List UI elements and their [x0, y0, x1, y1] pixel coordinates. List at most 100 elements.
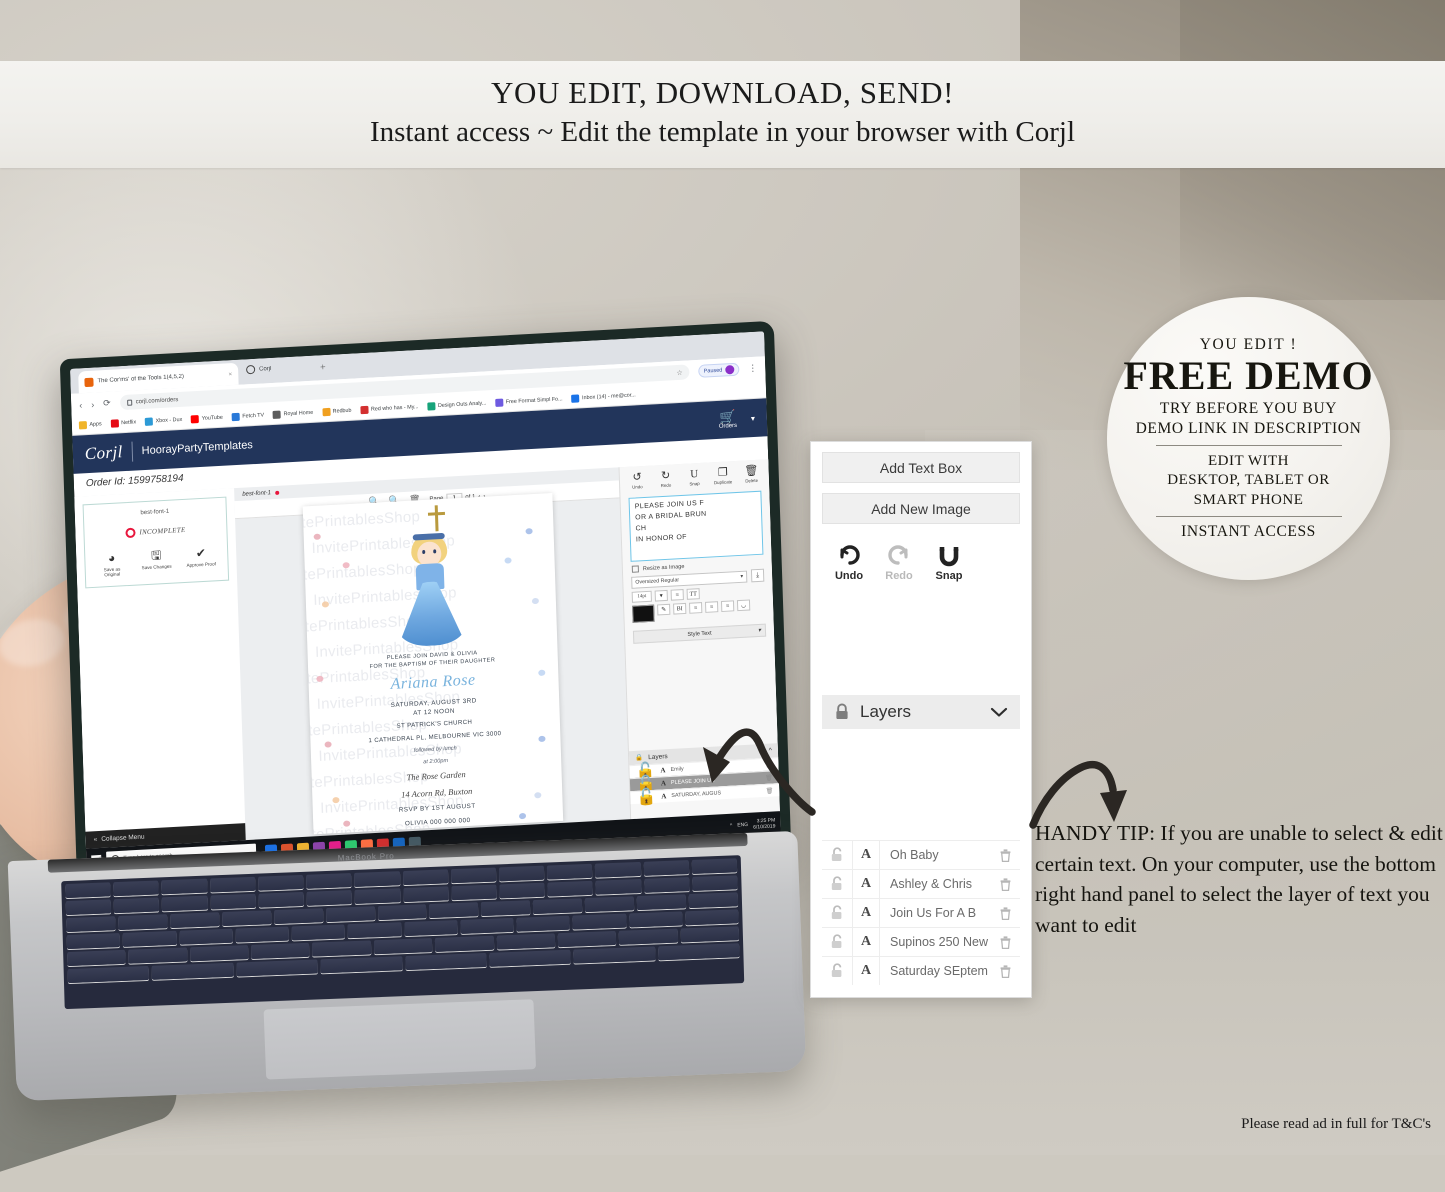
- keyboard-key[interactable]: [572, 913, 627, 930]
- keyboard-key[interactable]: [547, 880, 594, 897]
- extension-paused-badge[interactable]: Paused: [698, 362, 740, 378]
- keyboard-key[interactable]: [161, 878, 208, 895]
- layers-overlay-header[interactable]: Layers: [822, 695, 1020, 729]
- keyboard-key[interactable]: [403, 920, 458, 937]
- reload-icon[interactable]: ⟳: [103, 398, 111, 409]
- keyboard-key[interactable]: [496, 933, 556, 950]
- keyboard-key[interactable]: [128, 947, 188, 964]
- layer-row[interactable]: A Join Us For A B: [822, 898, 1020, 927]
- keyboard-key[interactable]: [312, 940, 372, 957]
- unlock-icon[interactable]: [822, 934, 852, 950]
- keyboard-key[interactable]: [210, 893, 256, 910]
- approve-proof-button[interactable]: ✔ Approve Proof: [185, 546, 218, 573]
- trash-icon[interactable]: 🗑: [765, 761, 773, 768]
- tray-language-icon[interactable]: ENG: [737, 822, 748, 829]
- bold-italic-icon[interactable]: BI: [673, 602, 687, 615]
- orders-button[interactable]: 🛒 Orders: [718, 408, 738, 429]
- undo-button[interactable]: Undo: [829, 544, 869, 582]
- keyboard-key[interactable]: [67, 949, 126, 967]
- bookmark-item[interactable]: YouTube: [191, 414, 223, 424]
- keyboard-key[interactable]: [450, 867, 497, 884]
- bookmark-item[interactable]: Design Outs Analy...: [427, 399, 486, 411]
- keyboard-key[interactable]: [236, 959, 318, 977]
- keyboard-key[interactable]: [692, 875, 738, 891]
- keyboard-key[interactable]: [680, 926, 739, 943]
- chevron-down-icon[interactable]: ▾: [654, 589, 668, 602]
- unlock-icon[interactable]: [822, 847, 852, 863]
- redo-button[interactable]: Redo: [879, 544, 919, 582]
- close-icon[interactable]: ×: [228, 370, 232, 378]
- keyboard-key[interactable]: [557, 930, 617, 948]
- browser-tab-second[interactable]: Corjl: [245, 364, 272, 375]
- download-font-button[interactable]: ⤓: [750, 568, 765, 583]
- keyboard-key[interactable]: [585, 896, 635, 913]
- keyboard-key[interactable]: [688, 892, 739, 909]
- browser-menu-icon[interactable]: ⋮: [748, 363, 757, 374]
- keyboard-key[interactable]: [273, 908, 324, 925]
- text-curve-icon[interactable]: ◡: [736, 599, 751, 612]
- keyboard-key[interactable]: [618, 928, 678, 945]
- keyboard-key[interactable]: [325, 906, 375, 923]
- keyboard-key[interactable]: [320, 956, 403, 974]
- align-left-icon[interactable]: ≡: [689, 602, 703, 614]
- bookmark-item[interactable]: Fetch TV: [231, 411, 264, 422]
- keyboard-key[interactable]: [373, 938, 433, 955]
- trash-icon[interactable]: 🗑: [765, 774, 773, 781]
- keyboard-key[interactable]: [66, 932, 121, 950]
- bookmark-item[interactable]: Free Format Simpl Fo...: [495, 395, 563, 407]
- keyboard-key[interactable]: [657, 943, 740, 961]
- trash-icon[interactable]: [990, 935, 1020, 950]
- keyboard-key[interactable]: [118, 914, 168, 931]
- bookmark-item[interactable]: Xbox - Dux: [144, 416, 182, 426]
- add-text-box-button[interactable]: Add Text Box: [822, 452, 1020, 483]
- keyboard-key[interactable]: [189, 945, 249, 962]
- bookmark-item[interactable]: Apps: [78, 420, 102, 430]
- trash-icon[interactable]: [990, 906, 1020, 921]
- keyboard-key[interactable]: [291, 924, 346, 941]
- keyboard-key[interactable]: [636, 894, 687, 911]
- style-text-accordion[interactable]: Style Text ▾: [632, 623, 767, 644]
- duplicate-button[interactable]: ❐ Duplicate: [710, 466, 737, 485]
- keyboard-key[interactable]: [306, 890, 353, 906]
- layer-row[interactable]: A Supinos 250 New: [822, 927, 1020, 956]
- keyboard-key[interactable]: [691, 858, 738, 874]
- unlock-icon[interactable]: 🔓: [636, 787, 657, 808]
- keyboard-key[interactable]: [221, 910, 272, 927]
- line-height-icon[interactable]: ≡: [670, 589, 684, 601]
- letter-spacing-icon[interactable]: TT: [686, 588, 700, 600]
- keyboard-key[interactable]: [65, 882, 111, 899]
- invitation-card[interactable]: InvitePrintablesShop InvitePrintablesShop…: [302, 493, 563, 835]
- tray-expand-icon[interactable]: ^: [730, 823, 733, 829]
- keyboard-key[interactable]: [354, 888, 401, 904]
- undo-button[interactable]: ↺ Undo: [624, 471, 651, 490]
- keyboard-key[interactable]: [122, 930, 177, 947]
- chevron-down-icon[interactable]: [990, 706, 1008, 718]
- keyboard-key[interactable]: [516, 915, 570, 932]
- bookmark-item[interactable]: Inbox (14) - me@cor...: [571, 391, 636, 403]
- keyboard-key[interactable]: [377, 904, 427, 921]
- keyboard-key[interactable]: [306, 873, 352, 889]
- trash-icon[interactable]: 🗑: [766, 787, 774, 794]
- keyboard-key[interactable]: [429, 902, 479, 919]
- keyboard-key[interactable]: [498, 865, 545, 882]
- keyboard-key[interactable]: [354, 871, 400, 887]
- keyboard-key[interactable]: [684, 909, 739, 926]
- new-tab-button[interactable]: +: [320, 362, 326, 373]
- unlock-icon[interactable]: [822, 905, 852, 921]
- keyboard-key[interactable]: [643, 860, 690, 876]
- keyboard-key[interactable]: [66, 916, 116, 933]
- keyboard-key[interactable]: [595, 861, 641, 878]
- bookmark-item[interactable]: Netflix: [110, 418, 137, 428]
- unlock-icon[interactable]: [822, 963, 852, 979]
- bookmark-item[interactable]: Redbub: [322, 407, 352, 417]
- trash-icon[interactable]: [990, 877, 1020, 892]
- unlock-icon[interactable]: [822, 876, 852, 892]
- keyboard-key[interactable]: [162, 895, 208, 912]
- keyboard-key[interactable]: [451, 884, 497, 901]
- keyboard-key[interactable]: [402, 886, 449, 903]
- keyboard-key[interactable]: [595, 878, 642, 895]
- trash-icon[interactable]: [990, 964, 1020, 979]
- keyboard-key[interactable]: [235, 926, 289, 943]
- keyboard-key[interactable]: [628, 911, 683, 928]
- keyboard-key[interactable]: [402, 869, 449, 886]
